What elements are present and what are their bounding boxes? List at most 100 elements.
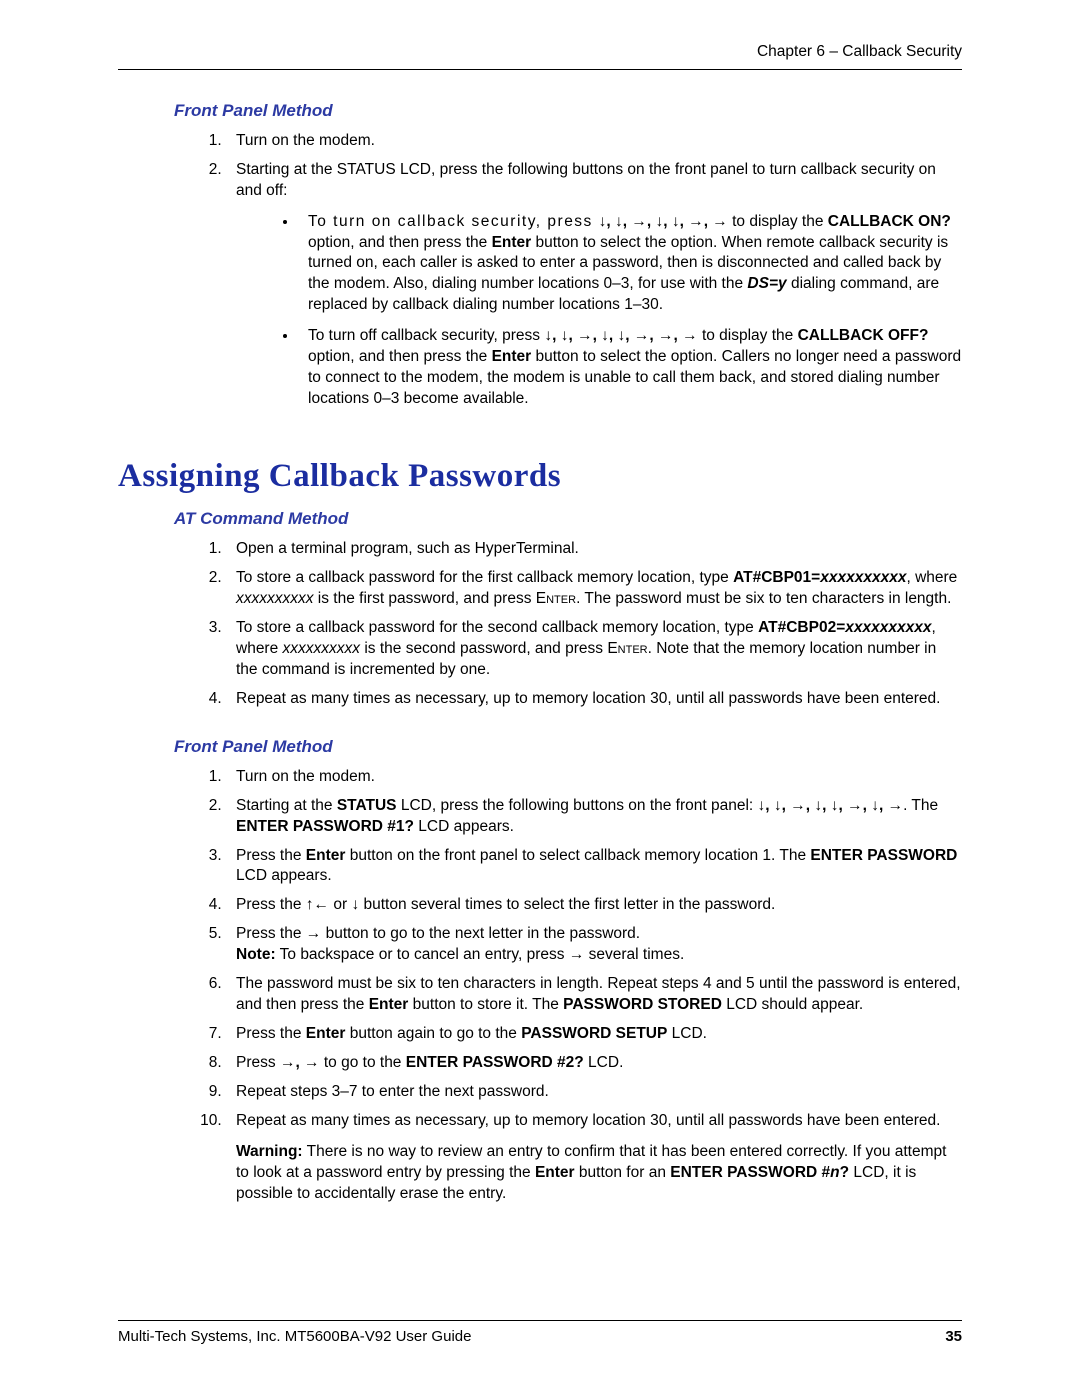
placeholder-text: xxxxxxxxxx bbox=[283, 640, 361, 657]
key-label: Enter bbox=[607, 640, 647, 657]
list-item: Press the ↑← or ↓ button several times t… bbox=[226, 895, 962, 916]
footer-left: Multi-Tech Systems, Inc. MT5600BA-V92 Us… bbox=[118, 1327, 471, 1347]
text: button to go to the next letter in the p… bbox=[321, 925, 640, 942]
key-label: Enter bbox=[306, 1025, 346, 1042]
text: Open a terminal program, such as HyperTe… bbox=[236, 540, 579, 557]
list-item: Press →, → to go to the ENTER PASSWORD #… bbox=[226, 1053, 962, 1074]
text: or bbox=[329, 896, 351, 913]
list-item: Starting at the STATUS LCD, press the fo… bbox=[226, 160, 962, 410]
key-label: Enter bbox=[535, 1164, 575, 1181]
text: Turn on the modem. bbox=[236, 132, 375, 149]
list-item: Repeat as many times as necessary, up to… bbox=[226, 1111, 962, 1205]
page-header: Chapter 6 – Callback Security bbox=[118, 42, 962, 70]
text: is the first password, and press bbox=[314, 590, 536, 607]
text: Starting at the bbox=[236, 797, 337, 814]
section-heading-front-panel-1: Front Panel Method bbox=[174, 100, 962, 123]
page-footer: Multi-Tech Systems, Inc. MT5600BA-V92 Us… bbox=[118, 1320, 962, 1347]
text: Press the bbox=[236, 896, 306, 913]
text: LCD appears. bbox=[414, 818, 514, 835]
text: LCD. bbox=[667, 1025, 707, 1042]
list-item: Repeat as many times as necessary, up to… bbox=[226, 689, 962, 710]
option-label: CALLBACK ON? bbox=[828, 213, 951, 230]
text: several times. bbox=[584, 946, 684, 963]
list-item: To turn off callback security, press ↓, … bbox=[298, 326, 962, 410]
list-item: The password must be six to ten characte… bbox=[226, 974, 962, 1016]
key-label: Enter bbox=[492, 348, 532, 365]
list-item: Press the → button to go to the next let… bbox=[226, 924, 962, 966]
placeholder-text: xxxxxxxxxx bbox=[236, 590, 314, 607]
text: LCD appears. bbox=[236, 867, 332, 884]
sub-list: To turn on callback security, press ↓, ↓… bbox=[272, 212, 962, 410]
text: button on the front panel to select call… bbox=[345, 847, 810, 864]
text: . The bbox=[903, 797, 938, 814]
arrow-sequence: ↓, ↓, →, ↓, ↓, →, →, → bbox=[544, 327, 697, 344]
text: button several times to select the first… bbox=[359, 896, 775, 913]
key-label: Enter bbox=[306, 847, 346, 864]
lcd-label: ENTER PASSWORD bbox=[810, 847, 957, 864]
text: Repeat as many times as necessary, up to… bbox=[236, 1112, 940, 1129]
text: LCD should appear. bbox=[722, 996, 863, 1013]
arrow-sequence: →, → bbox=[280, 1054, 320, 1071]
arrow-sequence: ↓, ↓, →, ↓, ↓, →, → bbox=[599, 213, 728, 230]
lcd-label: ENTER PASSWORD #1? bbox=[236, 818, 414, 835]
text: To turn off callback security, press bbox=[308, 327, 544, 344]
text: to display the bbox=[728, 213, 828, 230]
text: Starting at the STATUS LCD, press the fo… bbox=[236, 161, 936, 199]
arrow-sequence: ↓, ↓, →, ↓, ↓, →, ↓, → bbox=[758, 797, 904, 814]
section-heading-front-panel-2: Front Panel Method bbox=[174, 736, 962, 759]
list-item: Turn on the modem. bbox=[226, 131, 962, 152]
command-label: AT#CBP02= bbox=[758, 619, 845, 636]
text: to go to the bbox=[320, 1054, 406, 1071]
command-label: DS=y bbox=[747, 275, 786, 292]
at-command-list: Open a terminal program, such as HyperTe… bbox=[200, 539, 962, 709]
text: Turn on the modem. bbox=[236, 768, 375, 785]
text: Press the bbox=[236, 925, 306, 942]
page: Chapter 6 – Callback Security Front Pane… bbox=[0, 0, 1080, 1397]
text: is the second password, and press bbox=[360, 640, 607, 657]
lcd-label: PASSWORD STORED bbox=[563, 996, 722, 1013]
arrow-icon: → bbox=[306, 925, 322, 942]
arrow-icon: ↑← bbox=[306, 896, 329, 913]
warning-label: Warning: bbox=[236, 1143, 303, 1160]
section-heading-at-command: AT Command Method bbox=[174, 508, 962, 531]
list-item: Starting at the STATUS LCD, press the fo… bbox=[226, 796, 962, 838]
text: button for an bbox=[575, 1164, 671, 1181]
text: button again to go to the bbox=[345, 1025, 521, 1042]
text: , where bbox=[906, 569, 957, 586]
text: LCD. bbox=[584, 1054, 624, 1071]
text: Repeat as many times as necessary, up to… bbox=[236, 690, 940, 707]
text: to display the bbox=[698, 327, 798, 344]
command-label: AT#CBP01= bbox=[733, 569, 820, 586]
option-label: CALLBACK OFF? bbox=[798, 327, 929, 344]
list-item: Press the Enter button on the front pane… bbox=[226, 846, 962, 888]
placeholder-text: xxxxxxxxxx bbox=[845, 619, 931, 636]
placeholder-text: n bbox=[830, 1164, 839, 1181]
text: option, and then press the bbox=[308, 234, 492, 251]
list-item: To store a callback password for the fir… bbox=[226, 568, 962, 610]
text: LCD, press the following buttons on the … bbox=[397, 797, 758, 814]
label: STATUS bbox=[337, 797, 397, 814]
lcd-label: ENTER PASSWORD #2? bbox=[406, 1054, 584, 1071]
text: Press the bbox=[236, 847, 306, 864]
text: To turn on callback security, press bbox=[308, 213, 599, 230]
key-label: Enter bbox=[492, 234, 532, 251]
note-label: Note: bbox=[236, 946, 276, 963]
list-item: Press the Enter button again to go to th… bbox=[226, 1024, 962, 1045]
list-item: To store a callback password for the sec… bbox=[226, 618, 962, 681]
page-number: 35 bbox=[945, 1327, 962, 1347]
lcd-label: PASSWORD SETUP bbox=[521, 1025, 667, 1042]
list-item: Repeat steps 3–7 to enter the next passw… bbox=[226, 1082, 962, 1103]
text: option, and then press the bbox=[308, 348, 492, 365]
text: To store a callback password for the sec… bbox=[236, 619, 758, 636]
front-panel-1-list: Turn on the modem. Starting at the STATU… bbox=[200, 131, 962, 410]
heading-assigning-callback-passwords: Assigning Callback Passwords bbox=[118, 454, 962, 499]
list-item: Turn on the modem. bbox=[226, 767, 962, 788]
text: ? bbox=[840, 1164, 849, 1181]
key-label: Enter bbox=[536, 590, 576, 607]
text: . The password must be six to ten charac… bbox=[576, 590, 951, 607]
lcd-label: ENTER PASSWORD # bbox=[670, 1164, 830, 1181]
arrow-icon: → bbox=[569, 946, 585, 963]
list-item: Open a terminal program, such as HyperTe… bbox=[226, 539, 962, 560]
text: Press bbox=[236, 1054, 280, 1071]
front-panel-2-list: Turn on the modem. Starting at the STATU… bbox=[200, 767, 962, 1205]
